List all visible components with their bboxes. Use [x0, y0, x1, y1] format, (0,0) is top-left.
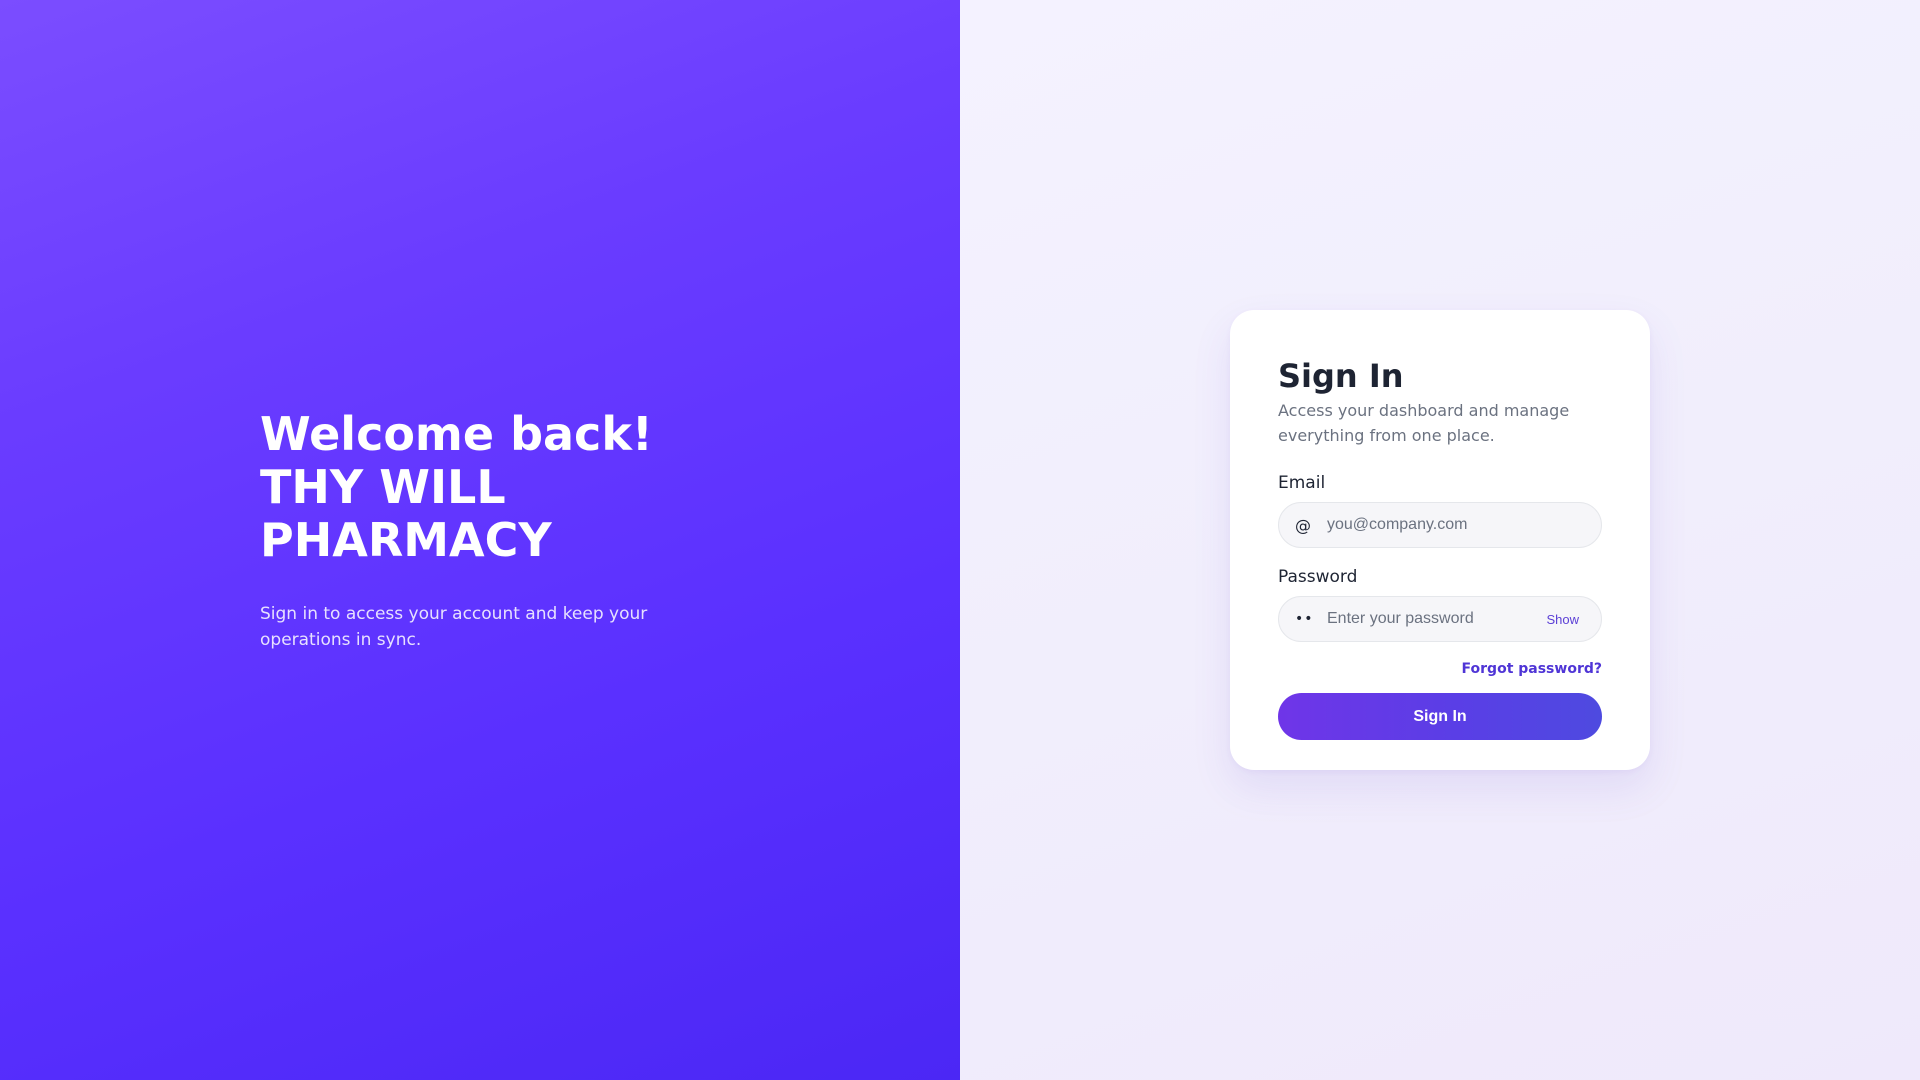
password-dots-icon: ••	[1295, 611, 1314, 627]
login-subtitle: Access your dashboard and manage everyth…	[1278, 401, 1570, 445]
login-title: Sign In	[1278, 357, 1404, 395]
hero-title-line: Welcome back!	[260, 407, 653, 461]
at-icon: @	[1295, 515, 1311, 535]
login-panel: Sign In Access your dashboard and manage…	[960, 0, 1920, 1080]
login-card: Sign In Access your dashboard and manage…	[1230, 310, 1650, 770]
sign-in-button[interactable]: Sign In	[1278, 693, 1602, 740]
hero-title-line: PHARMACY	[260, 513, 552, 567]
hero-panel: Welcome back! THY WILL PHARMACY Sign in …	[0, 0, 960, 1080]
forgot-password-link[interactable]: Forgot password?	[1462, 661, 1602, 677]
email-label: Email	[1278, 473, 1326, 493]
password-input[interactable]	[1327, 610, 1547, 628]
show-password-button[interactable]: Show	[1546, 612, 1579, 627]
hero-content: Welcome back! THY WILL PHARMACY Sign in …	[260, 408, 720, 653]
forgot-row: Forgot password?	[1278, 658, 1602, 677]
hero-title-line: THY WILL	[260, 460, 506, 514]
hero-subtitle: Sign in to access your account and keep …	[260, 604, 648, 650]
password-field-wrapper: •• Show	[1278, 596, 1602, 642]
password-label: Password	[1278, 567, 1358, 587]
hero-title: Welcome back! THY WILL PHARMACY	[260, 408, 720, 567]
email-field-wrapper: @	[1278, 502, 1602, 548]
email-input[interactable]	[1327, 516, 1585, 534]
